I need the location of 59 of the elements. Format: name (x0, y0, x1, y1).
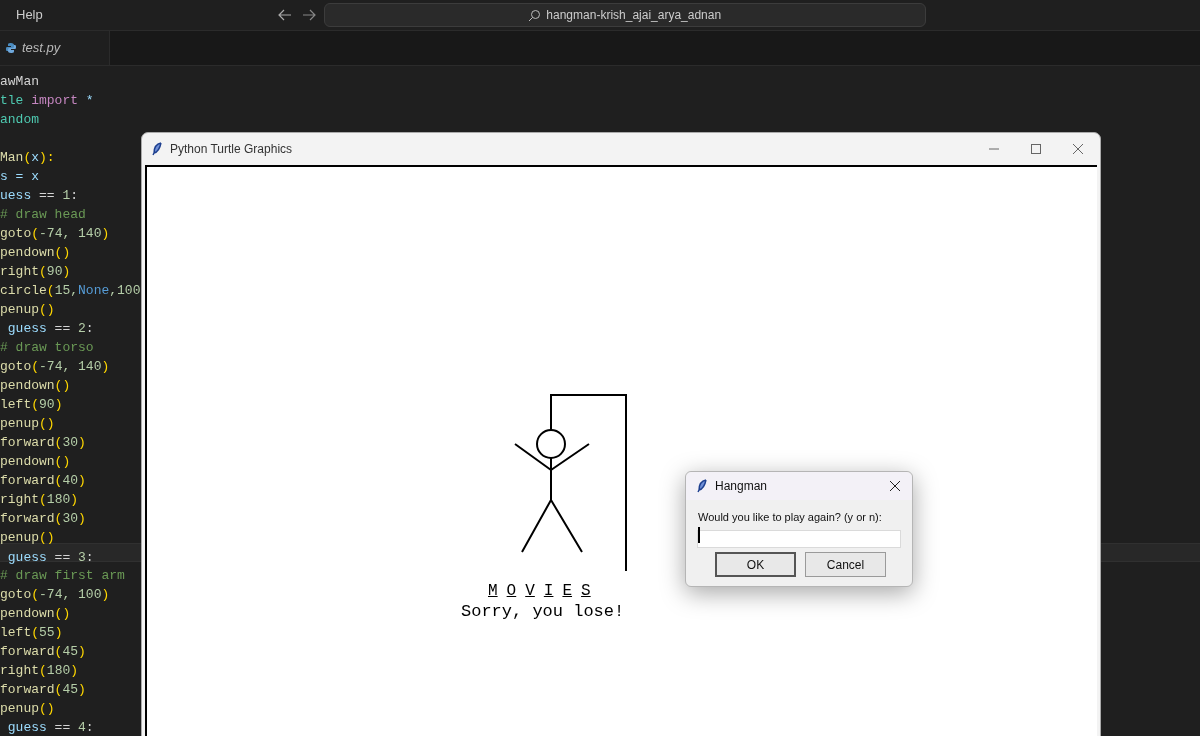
code-line: penup() (0, 530, 55, 545)
search-icon (528, 8, 542, 22)
code-line: goto(-74, 100) (0, 587, 110, 602)
result-message: Sorry, you lose! (461, 601, 625, 623)
word-letter: S (581, 581, 591, 601)
maximize-icon[interactable] (1030, 143, 1042, 155)
search-field[interactable]: hangman-krish_ajai_arya_adnan (323, 3, 926, 27)
code-line: forward(45) (0, 644, 86, 659)
code-line: forward(30) (0, 435, 86, 450)
feather-icon (152, 142, 162, 156)
forward-arrow-icon[interactable] (301, 9, 316, 21)
code-line: andom (0, 112, 39, 127)
code-line: # draw head (0, 207, 86, 222)
text-cursor (698, 527, 700, 543)
code-line: uess == 1: (0, 188, 79, 203)
code-line: right(180) (0, 663, 79, 678)
code-line: pendown() (0, 606, 71, 621)
code-line: guess == 2: (6, 321, 94, 336)
code-line: Man(x): (0, 150, 55, 165)
code-line: awMan (0, 74, 39, 89)
code-line: left(55) (0, 625, 63, 640)
code-line: # draw torso (0, 340, 94, 355)
editor-tab[interactable]: test.py (0, 31, 110, 65)
code-line: forward(40) (0, 473, 86, 488)
code-line: penup() (0, 416, 55, 431)
code-line: goto(-74, 140) (0, 226, 110, 241)
close-icon[interactable] (889, 480, 901, 492)
prompt-label: Would you like to play again? (y or n): (698, 510, 883, 524)
word-letter: I (543, 581, 554, 601)
code-line: # draw first arm (0, 568, 125, 583)
code-line: penup() (0, 302, 55, 317)
code-line: penup() (0, 701, 55, 716)
code-line: tle import * (0, 93, 94, 108)
code-line: pendown() (0, 454, 71, 469)
code-line: guess == 3: (6, 550, 94, 565)
back-arrow-icon[interactable] (277, 9, 292, 21)
code-line: s = x (0, 169, 39, 184)
code-line: forward(45) (0, 682, 86, 697)
menu-item[interactable]: Help (16, 5, 43, 25)
dialog-button[interactable]: Cancel (805, 552, 886, 577)
python-icon (5, 42, 17, 54)
word-letter: O (506, 581, 517, 601)
code-line: right(180) (0, 492, 79, 507)
code-line: left(90) (0, 397, 63, 412)
input-field[interactable] (697, 530, 901, 548)
code-line: goto(-74, 140) (0, 359, 110, 374)
code-line: pendown() (0, 245, 71, 260)
code-line: right(90) (0, 264, 71, 279)
code-line: pendown() (0, 378, 71, 393)
code-line: forward(30) (0, 511, 86, 526)
dialog-title: Hangman (715, 478, 768, 495)
word-letter: V (525, 581, 535, 601)
code-line: guess == 4: (6, 720, 94, 735)
code-line: circle(15,None,100 (0, 283, 141, 298)
word-letter: M (488, 581, 498, 601)
dialog-button[interactable]: OK (715, 552, 796, 577)
window-title: Python Turtle Graphics (170, 141, 293, 158)
feather-icon (697, 479, 707, 493)
word-letter: E (562, 581, 573, 601)
